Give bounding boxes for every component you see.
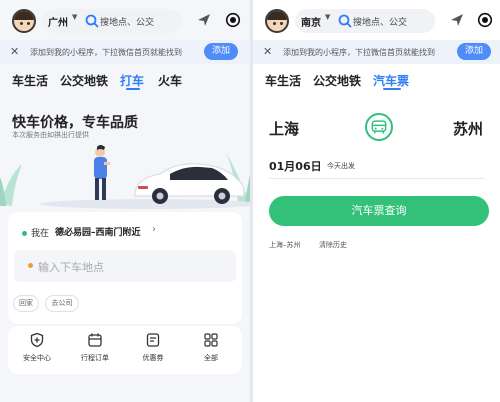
- bus-icon: [371, 120, 387, 134]
- destination-dot: [28, 263, 33, 268]
- avatar[interactable]: [265, 9, 289, 33]
- current-location-dot: [22, 231, 27, 236]
- bus-ticket-query-button[interactable]: 汽车票查询: [269, 196, 489, 226]
- tab-taxi[interactable]: 打车: [120, 72, 144, 89]
- calendar-icon: [88, 333, 102, 347]
- chevron-down-icon: ▼: [325, 13, 331, 21]
- chevron-right-icon[interactable]: ›: [152, 224, 156, 235]
- grid-icon: [204, 333, 218, 347]
- avatar[interactable]: [12, 9, 36, 33]
- city-selector[interactable]: 广州: [48, 14, 68, 29]
- chip-home[interactable]: 回家: [13, 295, 39, 312]
- current-location-prefix: 我在: [31, 229, 50, 239]
- search-icon: [85, 14, 99, 28]
- destination-input[interactable]: 输入下车地点: [14, 250, 236, 282]
- car-illustration: [0, 145, 250, 209]
- record-icon[interactable]: [477, 12, 493, 28]
- shortcut-all[interactable]: 全部: [182, 326, 240, 374]
- add-button[interactable]: 添加: [204, 43, 238, 60]
- close-icon[interactable]: ✕: [263, 45, 272, 58]
- navigation-icon[interactable]: [196, 12, 212, 28]
- tab-bus-metro[interactable]: 公交地铁: [60, 72, 108, 89]
- ride-booking-card: 我在 德必易园–西南门附近 › 输入下车地点 回家 去公司: [8, 212, 242, 324]
- tab-car-life[interactable]: 车生活: [265, 72, 301, 89]
- top-bar: 广州 ▼ 搜地点、公交: [0, 0, 250, 40]
- divider: [269, 178, 485, 179]
- city-selector[interactable]: 南京: [301, 14, 321, 29]
- history-route[interactable]: 上海–苏州: [269, 240, 301, 250]
- tab-bus-metro[interactable]: 公交地铁: [313, 72, 361, 89]
- destination-placeholder: 输入下车地点: [38, 261, 104, 274]
- to-city[interactable]: 苏州: [453, 118, 483, 139]
- current-location[interactable]: 德必易园–西南门附近: [55, 225, 141, 238]
- top-bar: 南京 ▼ 搜地点、公交: [253, 0, 500, 40]
- chevron-down-icon: ▼: [72, 13, 78, 21]
- shortcut-label: 安全中心: [23, 354, 51, 362]
- shortcut-coupons[interactable]: 优惠券: [124, 326, 182, 374]
- tab-car-life[interactable]: 车生活: [12, 72, 48, 89]
- shortcut-safety-center[interactable]: 安全中心: [8, 326, 66, 374]
- shield-plus-icon: [30, 332, 44, 348]
- banner-text: 添加到我的小程序，下拉微信首页就能找到: [30, 48, 182, 57]
- clear-history-link[interactable]: 清除历史: [319, 240, 347, 250]
- left-screen: 广州 ▼ 搜地点、公交 ✕ 添加到我的小程序，下拉微信首页就能找到 添加 车生活…: [0, 0, 250, 402]
- departure-date[interactable]: 01月06日: [269, 158, 322, 174]
- tab-bus-ticket[interactable]: 汽车票: [373, 72, 409, 89]
- add-miniprogram-banner: ✕ 添加到我的小程序，下拉微信首页就能找到 添加: [253, 40, 500, 64]
- tab-active-indicator: [126, 88, 140, 90]
- tab-train[interactable]: 火车: [158, 72, 182, 89]
- from-city[interactable]: 上海: [269, 118, 299, 139]
- shortcut-trip-orders[interactable]: 行程订单: [66, 326, 124, 374]
- search-input[interactable]: 搜地点、公交: [353, 15, 407, 28]
- departure-date-note: 今天出发: [327, 162, 355, 170]
- shortcut-label: 行程订单: [81, 354, 109, 362]
- search-icon: [338, 14, 352, 28]
- add-miniprogram-banner: ✕ 添加到我的小程序，下拉微信首页就能找到 添加: [0, 40, 250, 64]
- hero-title: 快车价格，专车品质: [12, 115, 138, 131]
- shortcut-label: 全部: [204, 354, 218, 362]
- navigation-icon[interactable]: [449, 12, 465, 28]
- swap-cities-button[interactable]: [365, 113, 393, 141]
- add-button[interactable]: 添加: [457, 43, 491, 60]
- right-screen: 南京 ▼ 搜地点、公交 ✕ 添加到我的小程序，下拉微信首页就能找到 添加 车生活…: [253, 0, 500, 402]
- banner-text: 添加到我的小程序，下拉微信首页就能找到: [283, 48, 435, 57]
- shortcut-label: 优惠券: [142, 354, 164, 362]
- close-icon[interactable]: ✕: [10, 45, 19, 58]
- coupon-icon: [146, 333, 160, 347]
- shortcut-bar: 安全中心 行程订单 优惠券 全部: [8, 326, 242, 374]
- chip-office[interactable]: 去公司: [45, 295, 79, 312]
- tab-active-indicator: [383, 88, 401, 90]
- search-input[interactable]: 搜地点、公交: [100, 15, 154, 28]
- record-icon[interactable]: [225, 12, 241, 28]
